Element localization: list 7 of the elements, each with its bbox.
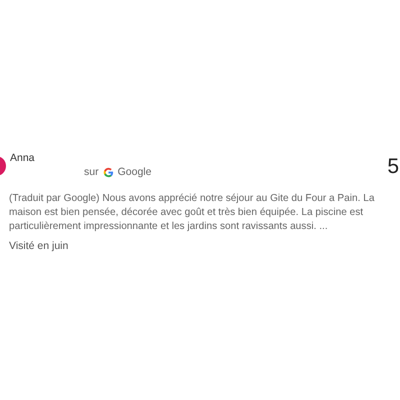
source-name: Google — [118, 166, 152, 178]
review-text: (Traduit par Google) Nous avons apprécié notre séjour au Gite du Four a Pain. La maison est bien pensée, décorée avec goût et très bien équipée. La piscine est particulièrement impressionnante et les jardins sont ravissants aussi. ... — [9, 192, 376, 234]
google-logo-icon — [102, 166, 114, 178]
source-label: sur — [84, 166, 99, 178]
rating-number: 5 — [387, 155, 399, 179]
author-name: Anna — [10, 152, 36, 164]
visit-date: Visité en juin — [9, 240, 68, 252]
